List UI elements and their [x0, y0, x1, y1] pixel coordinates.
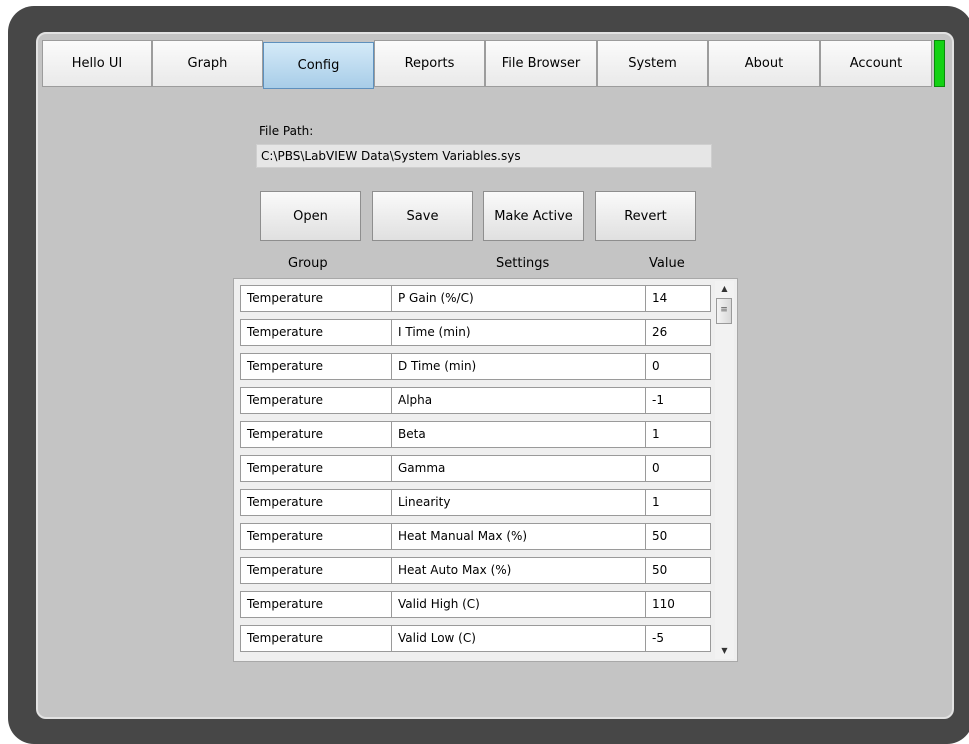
setting-cell[interactable]: P Gain (%/C) [391, 285, 647, 312]
setting-cell[interactable]: D Time (min) [391, 353, 647, 380]
group-cell[interactable]: Temperature [240, 625, 393, 652]
scroll-up-arrow-icon[interactable]: ▲ [715, 282, 734, 296]
value-cell[interactable]: 0 [645, 455, 711, 482]
group-cell[interactable]: Temperature [240, 421, 393, 448]
value-cell[interactable]: 0 [645, 353, 711, 380]
setting-cell[interactable]: Beta [391, 421, 647, 448]
group-cell[interactable]: Temperature [240, 455, 393, 482]
column-header-value: Value [649, 256, 685, 271]
value-cell[interactable]: 1 [645, 421, 711, 448]
setting-cell[interactable]: Alpha [391, 387, 647, 414]
status-indicator [934, 40, 945, 87]
group-cell[interactable]: Temperature [240, 557, 393, 584]
file-path-field[interactable]: C:\PBS\LabVIEW Data\System Variables.sys [256, 144, 712, 168]
setting-cell[interactable]: Heat Manual Max (%) [391, 523, 647, 550]
tab-reports[interactable]: Reports [374, 40, 485, 87]
setting-cell[interactable]: Valid High (C) [391, 591, 647, 618]
group-cell[interactable]: Temperature [240, 489, 393, 516]
tab-graph[interactable]: Graph [152, 40, 263, 87]
setting-cell[interactable]: Gamma [391, 455, 647, 482]
vertical-scrollbar[interactable] [715, 281, 734, 659]
group-cell[interactable]: Temperature [240, 353, 393, 380]
tab-hello-ui[interactable]: Hello UI [42, 40, 152, 87]
setting-cell[interactable]: I Time (min) [391, 319, 647, 346]
tab-account[interactable]: Account [820, 40, 932, 87]
setting-cell[interactable]: Heat Auto Max (%) [391, 557, 647, 584]
value-cell[interactable]: -5 [645, 625, 711, 652]
column-header-settings: Settings [496, 256, 550, 271]
tab-system[interactable]: System [597, 40, 708, 87]
scroll-down-arrow-icon[interactable]: ▼ [715, 644, 734, 658]
value-cell[interactable]: 26 [645, 319, 711, 346]
revert-button[interactable]: Revert [595, 191, 696, 241]
setting-cell[interactable]: Valid Low (C) [391, 625, 647, 652]
value-cell[interactable]: -1 [645, 387, 711, 414]
value-cell[interactable]: 50 [645, 523, 711, 550]
file-path-label: File Path: [259, 124, 314, 138]
column-header-group: Group [288, 256, 328, 271]
value-cell[interactable]: 110 [645, 591, 711, 618]
group-cell[interactable]: Temperature [240, 319, 393, 346]
group-cell[interactable]: Temperature [240, 285, 393, 312]
tab-about[interactable]: About [708, 40, 820, 87]
make-active-button[interactable]: Make Active [483, 191, 584, 241]
tab-file-browser[interactable]: File Browser [485, 40, 597, 87]
group-cell[interactable]: Temperature [240, 591, 393, 618]
save-button[interactable]: Save [372, 191, 473, 241]
setting-cell[interactable]: Linearity [391, 489, 647, 516]
open-button[interactable]: Open [260, 191, 361, 241]
group-cell[interactable]: Temperature [240, 523, 393, 550]
scroll-thumb[interactable]: ≡ [716, 298, 732, 324]
tab-config[interactable]: Config [263, 42, 374, 89]
value-cell[interactable]: 50 [645, 557, 711, 584]
value-cell[interactable]: 1 [645, 489, 711, 516]
group-cell[interactable]: Temperature [240, 387, 393, 414]
value-cell[interactable]: 14 [645, 285, 711, 312]
